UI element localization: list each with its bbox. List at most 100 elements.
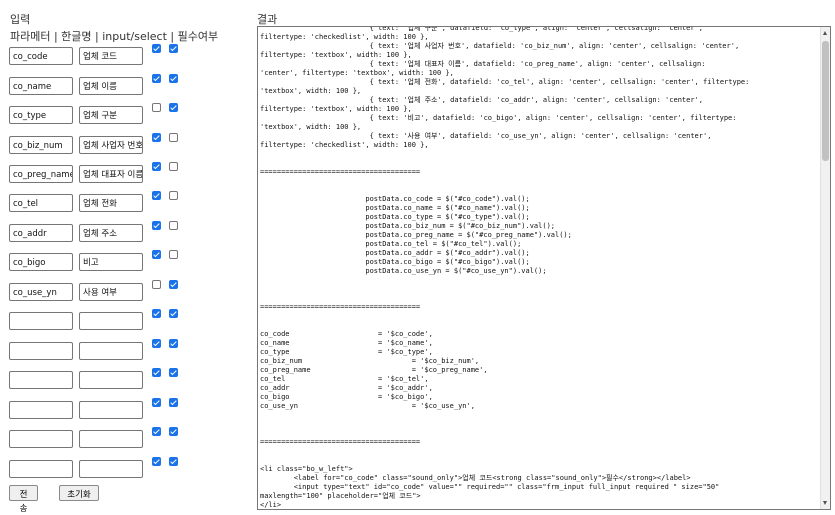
result-line: co_addr = '$co_addr', <box>260 384 433 392</box>
result-line: { text: '비고', datafield: 'co_bigo', alig… <box>260 114 737 122</box>
param-name-input[interactable] <box>9 430 73 448</box>
korean-name-input[interactable] <box>79 342 143 360</box>
result-line: 'textbox', width: 100 }, <box>260 87 362 95</box>
korean-name-input[interactable]: 비고 <box>79 253 143 271</box>
submit-button[interactable]: 전송 <box>9 485 38 513</box>
param-name-input[interactable]: co_name <box>9 77 73 95</box>
result-line: { text: '업체 대표자 이름', datafield: 'co_preg… <box>260 60 706 68</box>
result-line: <li class="bo_w_left"> <box>260 465 353 473</box>
result-line: 'textbox', width: 100 }, <box>260 123 362 131</box>
result-line: filtertype: 'textbox', width: 100 }, <box>260 105 412 113</box>
required-checkbox[interactable] <box>169 74 178 83</box>
param-name-input[interactable]: co_tel <box>9 194 73 212</box>
param-name-input[interactable]: co_biz_num <box>9 136 73 154</box>
result-line: co_use_yn = '$co_use_yn', <box>260 402 475 410</box>
result-line: </li> <box>260 501 282 509</box>
input-select-checkbox[interactable] <box>152 191 161 200</box>
param-name-input[interactable]: co_use_yn <box>9 283 73 301</box>
input-select-checkbox[interactable] <box>152 427 161 436</box>
input-select-checkbox[interactable] <box>152 309 161 318</box>
param-name-input[interactable]: co_addr <box>9 224 73 242</box>
korean-name-input[interactable]: 업체 구분 <box>79 106 143 124</box>
result-line: postData.co_name = $("#co_name").val(); <box>260 204 530 212</box>
korean-name-input[interactable]: 업체 주소 <box>79 224 143 242</box>
output-title: 결과 <box>257 13 278 26</box>
required-checkbox[interactable] <box>169 309 178 318</box>
result-line: postData.co_use_yn = $("#co_use_yn").val… <box>260 267 547 275</box>
required-checkbox[interactable] <box>169 221 178 230</box>
required-checkbox[interactable] <box>169 44 178 53</box>
result-line: postData.co_preg_name = $("#co_preg_name… <box>260 231 572 239</box>
input-select-checkbox[interactable] <box>152 280 161 289</box>
param-name-input[interactable] <box>9 460 73 478</box>
result-line: filtertype: 'textbox', width: 100 }, <box>260 51 412 59</box>
korean-name-input[interactable]: 업체 코드 <box>79 47 143 65</box>
korean-name-input[interactable]: 업체 이름 <box>79 77 143 95</box>
result-line: ====================================== <box>260 303 421 311</box>
param-name-input[interactable]: co_code <box>9 47 73 65</box>
result-line: filtertype: 'checkedlist', width: 100 }, <box>260 33 429 41</box>
input-select-checkbox[interactable] <box>152 44 161 53</box>
required-checkbox[interactable] <box>169 250 178 259</box>
result-line: { text: '사용 여부', datafield: 'co_use_yn',… <box>260 132 712 140</box>
required-checkbox[interactable] <box>169 457 178 466</box>
param-name-input[interactable] <box>9 312 73 330</box>
input-select-checkbox[interactable] <box>152 339 161 348</box>
result-line: postData.co_type = $("#co_type").val(); <box>260 213 530 221</box>
result-scrollbar[interactable] <box>820 27 830 509</box>
result-line: co_code = '$co_code', <box>260 330 433 338</box>
reset-button[interactable]: 초기화 <box>59 485 99 501</box>
required-checkbox[interactable] <box>169 368 178 377</box>
scroll-thumb[interactable] <box>822 41 829 161</box>
input-select-checkbox[interactable] <box>152 250 161 259</box>
result-line: { text: '업체 전화', datafield: 'co_tel', al… <box>260 78 750 86</box>
param-name-input[interactable] <box>9 401 73 419</box>
result-line: postData.co_addr = $("#co_addr").val(); <box>260 249 530 257</box>
result-line: co_name = '$co_name', <box>260 339 433 347</box>
korean-name-input[interactable] <box>79 460 143 478</box>
param-name-input[interactable]: co_bigo <box>9 253 73 271</box>
result-line: { text: '업체 주소', datafield: 'co_addr', a… <box>260 96 703 104</box>
result-line: { text: '업체 사업자 번호', datafield: 'co_biz_… <box>260 42 740 50</box>
result-line: co_tel = '$co_tel', <box>260 375 429 383</box>
korean-name-input[interactable] <box>79 312 143 330</box>
korean-name-input[interactable]: 사용 여부 <box>79 283 143 301</box>
param-name-input[interactable] <box>9 371 73 389</box>
param-name-input[interactable] <box>9 342 73 360</box>
param-name-input[interactable]: co_type <box>9 106 73 124</box>
input-select-checkbox[interactable] <box>152 74 161 83</box>
result-textarea[interactable]: { text: '업체 구분', datafield: 'co_type', a… <box>257 26 831 510</box>
korean-name-input[interactable]: 업체 대표자 이름 <box>79 165 143 183</box>
result-line: filtertype: 'checkedlist', width: 100 }, <box>260 141 429 149</box>
column-header: 파라메터 | 한글명 | input/select | 필수여부 <box>10 30 219 43</box>
required-checkbox[interactable] <box>169 280 178 289</box>
required-checkbox[interactable] <box>169 398 178 407</box>
result-line: co_type = '$co_type', <box>260 348 433 356</box>
required-checkbox[interactable] <box>169 427 178 436</box>
required-checkbox[interactable] <box>169 191 178 200</box>
required-checkbox[interactable] <box>169 339 178 348</box>
input-select-checkbox[interactable] <box>152 221 161 230</box>
korean-name-input[interactable] <box>79 371 143 389</box>
scroll-up-arrow-icon[interactable] <box>823 31 827 35</box>
korean-name-input[interactable]: 업체 사업자 번호 <box>79 136 143 154</box>
result-line: postData.co_bigo = $("#co_bigo").val(); <box>260 258 530 266</box>
input-select-checkbox[interactable] <box>152 162 161 171</box>
required-checkbox[interactable] <box>169 103 178 112</box>
input-select-checkbox[interactable] <box>152 368 161 377</box>
input-select-checkbox[interactable] <box>152 398 161 407</box>
input-select-checkbox[interactable] <box>152 457 161 466</box>
result-line: <input type="text" id="co_code" value=""… <box>260 483 720 491</box>
input-select-checkbox[interactable] <box>152 133 161 142</box>
scroll-down-arrow-icon[interactable] <box>823 501 827 505</box>
result-line: co_biz_num = '$co_biz_num', <box>260 357 480 365</box>
required-checkbox[interactable] <box>169 133 178 142</box>
korean-name-input[interactable]: 업체 전화 <box>79 194 143 212</box>
input-select-checkbox[interactable] <box>152 103 161 112</box>
param-name-input[interactable]: co_preg_name <box>9 165 73 183</box>
korean-name-input[interactable] <box>79 430 143 448</box>
korean-name-input[interactable] <box>79 401 143 419</box>
result-line: 'center', filtertype: 'textbox', width: … <box>260 69 454 77</box>
required-checkbox[interactable] <box>169 162 178 171</box>
result-line: postData.co_tel = $("#co_tel").val(); <box>260 240 522 248</box>
